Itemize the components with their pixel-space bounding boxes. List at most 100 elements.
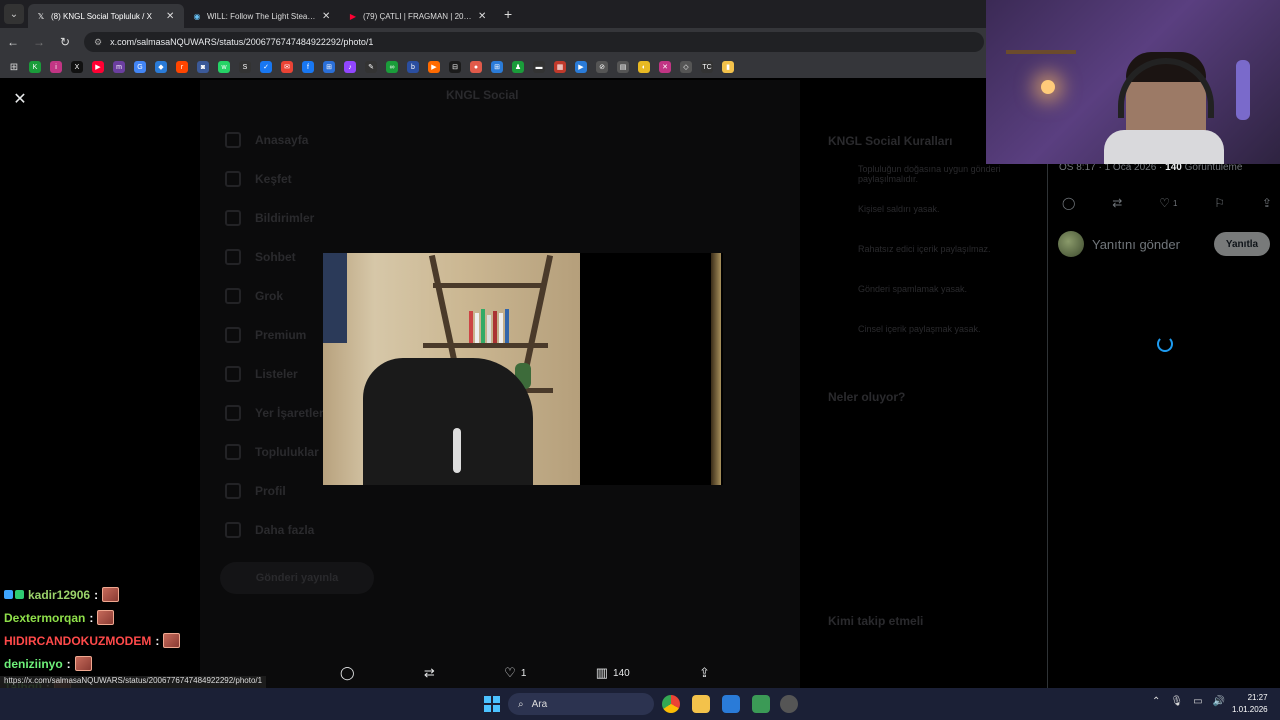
bookmark-icon[interactable]: ▶ xyxy=(92,61,104,73)
tab-kngl-social[interactable]: 𝕏 (8) KNGL Social Topluluk / X ✕ xyxy=(28,4,184,28)
bookmark-icon[interactable]: w xyxy=(218,61,230,73)
share-button[interactable]: ⇪ xyxy=(699,665,710,681)
like-button[interactable]: ♡ 1 xyxy=(1159,196,1177,210)
bookmark-icon[interactable]: ✕ xyxy=(659,61,671,73)
nav-label: Sohbet xyxy=(255,249,296,264)
tab-youtube[interactable]: ▶ (79) ÇATLI | FRAGMAN | 20 Ma ✕ xyxy=(340,4,496,28)
bookmark-icon[interactable]: ◐ xyxy=(638,61,650,73)
bookmark-icon[interactable]: ♪ xyxy=(344,61,356,73)
chat-username: HIDIRCANDOKUZMODEM xyxy=(4,633,152,648)
wall-poster xyxy=(323,253,347,343)
windows-taskbar: ⌕ Ara ⌃ 🎙 ▭ 🔊 21:27 1.01.2026 xyxy=(0,688,1280,720)
tab-search-button[interactable]: ⌄ xyxy=(4,4,24,24)
analytics-icon: ▥ xyxy=(595,665,609,680)
start-windows-icon[interactable] xyxy=(484,696,500,712)
book xyxy=(487,315,491,343)
background-header-title: KNGL Social xyxy=(446,88,519,102)
youtube-icon: ▶ xyxy=(349,11,357,21)
bookmark-icon[interactable]: ✎ xyxy=(365,61,377,73)
nav-icon xyxy=(225,365,241,382)
bookmark-icon[interactable]: ▮ xyxy=(722,61,734,73)
heart-icon: ♡ xyxy=(504,665,516,680)
chat-separator: : xyxy=(155,633,160,648)
bookmark-icon[interactable]: K xyxy=(29,61,41,73)
background-nav-item: Anasayfa xyxy=(225,120,395,159)
nav-label: Topluluklar xyxy=(255,444,319,459)
bookmark-icon[interactable]: G xyxy=(134,61,146,73)
store-icon[interactable] xyxy=(722,695,740,713)
nav-icon xyxy=(225,443,241,460)
bookmark-icon[interactable]: ⊘ xyxy=(596,61,608,73)
site-info-icon[interactable]: ⚙ xyxy=(94,37,102,48)
nav-icon xyxy=(225,131,241,148)
share-button[interactable]: ⇪ xyxy=(1262,196,1272,210)
bookmark-icon[interactable]: r xyxy=(176,61,188,73)
bookmark-icon[interactable]: m xyxy=(113,61,125,73)
bookmark-icon[interactable]: ▬ xyxy=(533,61,545,73)
chrome-icon[interactable] xyxy=(662,695,680,713)
bookmark-icon[interactable]: ◙ xyxy=(197,61,209,73)
book xyxy=(475,313,479,343)
bookmark-icon[interactable]: b xyxy=(407,61,419,73)
app-icon[interactable] xyxy=(780,695,798,713)
reply-button[interactable]: ◯ xyxy=(340,665,355,681)
bookmark-icon[interactable]: ◇ xyxy=(680,61,692,73)
book xyxy=(481,309,485,343)
bookmark-icon[interactable]: ▦ xyxy=(554,61,566,73)
reply-submit-button[interactable]: Yanıtla xyxy=(1214,232,1270,256)
bookmark-icon[interactable]: ◆ xyxy=(155,61,167,73)
new-tab-button[interactable]: + xyxy=(504,6,512,22)
url-field[interactable]: ⚙ x.com/salmasaNQUWARS/status/2006776747… xyxy=(84,32,984,52)
bookmark-icon[interactable]: ⊟ xyxy=(449,61,461,73)
app-icon[interactable] xyxy=(752,695,770,713)
repost-button[interactable]: ⇄ xyxy=(1112,196,1122,210)
forward-arrow-icon[interactable]: → xyxy=(32,35,46,49)
bookmark-icon[interactable]: ♟ xyxy=(512,61,524,73)
close-icon[interactable]: ✕ xyxy=(12,92,28,108)
reply-button[interactable]: ◯ xyxy=(1062,196,1075,210)
tab-close-icon[interactable]: ✕ xyxy=(322,11,332,22)
bookmark-icon[interactable]: ✓ xyxy=(260,61,272,73)
bookmark-icon[interactable]: f xyxy=(302,61,314,73)
bookmark-icon[interactable]: S xyxy=(239,61,251,73)
bookmark-icon[interactable]: ● xyxy=(470,61,482,73)
emote-icon xyxy=(97,610,115,625)
bookmark-icon[interactable]: i xyxy=(50,61,62,73)
taskbar-search[interactable]: ⌕ Ara xyxy=(508,693,654,715)
back-arrow-icon[interactable]: ← xyxy=(6,35,20,49)
book xyxy=(505,309,509,343)
reply-icon: ◯ xyxy=(1062,196,1076,210)
book xyxy=(469,311,473,343)
repost-button[interactable]: ⇄ xyxy=(424,665,435,681)
tab-close-icon[interactable]: ✕ xyxy=(166,11,176,22)
views-button[interactable]: ▥ 140 xyxy=(596,665,630,681)
reload-icon[interactable]: ↻ xyxy=(58,35,72,49)
bookmark-icon[interactable]: X xyxy=(71,61,83,73)
microphone-icon[interactable]: 🎙 xyxy=(1170,696,1183,707)
bookmark-icon[interactable]: TC xyxy=(701,61,713,73)
bookmark-icon[interactable]: ▤ xyxy=(617,61,629,73)
volume-icon[interactable]: 🔊 xyxy=(1213,696,1225,707)
bookmark-icon[interactable]: ▶ xyxy=(428,61,440,73)
gaming-chair xyxy=(363,358,533,485)
repost-icon: ⇄ xyxy=(423,665,435,680)
tab-close-icon[interactable]: ✕ xyxy=(478,11,488,22)
nav-label: Listeler xyxy=(255,366,298,381)
bookmark-button[interactable]: ⚐ xyxy=(1214,196,1225,210)
apps-grid-icon[interactable]: ⊞ xyxy=(8,61,20,73)
network-icon[interactable]: ▭ xyxy=(1193,696,1202,707)
post-actions: ◯ ⇄ ♡ 1 ⚐ ⇪ xyxy=(1062,196,1272,210)
bookmark-icon[interactable]: ⊞ xyxy=(323,61,335,73)
bookmark-icon[interactable]: ∞ xyxy=(386,61,398,73)
bookmark-icon[interactable]: ⊞ xyxy=(491,61,503,73)
chevron-up-icon[interactable]: ⌃ xyxy=(1152,696,1160,707)
tab-steam[interactable]: ◉ WILL: Follow The Light Steam'd ✕ xyxy=(184,4,340,28)
reply-input[interactable]: Yanıtını gönder xyxy=(1092,237,1206,252)
bookmark-icon[interactable]: ✉ xyxy=(281,61,293,73)
bookmark-icon[interactable]: ▶ xyxy=(575,61,587,73)
taskbar-clock[interactable]: 21:27 1.01.2026 xyxy=(1232,692,1268,716)
like-button[interactable]: ♡ 1 xyxy=(504,665,526,681)
media-video[interactable] xyxy=(323,253,723,485)
cam-rgb-lamp xyxy=(1236,60,1250,120)
file-explorer-icon[interactable] xyxy=(692,695,710,713)
